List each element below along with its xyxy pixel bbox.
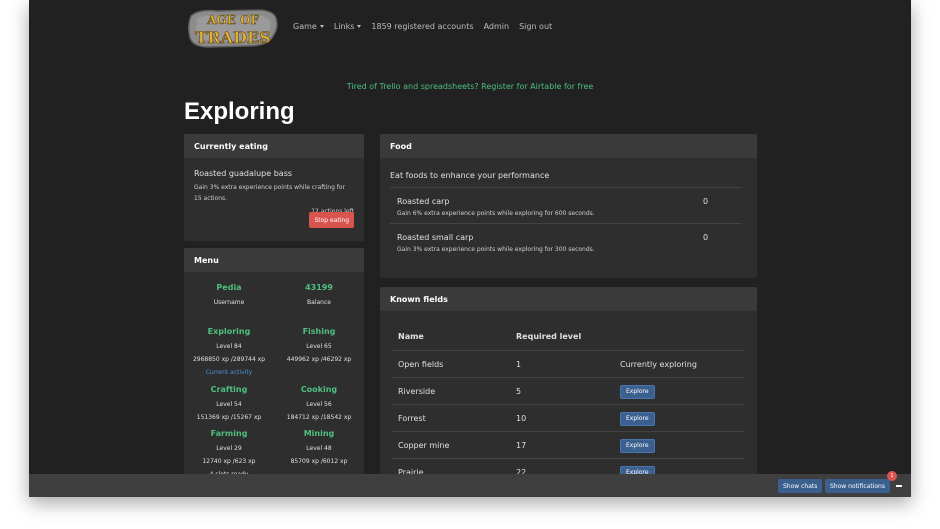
skill-level: Level 29 (216, 445, 242, 452)
skill-title: Cooking (300, 385, 338, 394)
food-item-quantity: 0 (703, 233, 709, 242)
current-food-name: Roasted guadalupe bass (194, 169, 293, 178)
field-name: Copper mine (398, 441, 450, 450)
menu-item-crafting[interactable]: Crafting Level 54 151369 xp /15267 xp (184, 385, 274, 424)
field-level: 10 (516, 414, 527, 423)
food-intro: Eat foods to enhance your performance (390, 171, 550, 180)
username-value: Pedia (216, 283, 242, 292)
nav-game-dropdown[interactable]: Game (293, 22, 324, 31)
skill-title: Farming (210, 429, 248, 438)
food-item[interactable]: Roasted small carp Gain 3% extra experie… (390, 223, 741, 262)
logo-line1: AGE OF (206, 13, 259, 27)
skill-title: Exploring (207, 327, 251, 336)
skill-xp: 2968850 xp /289744 xp (192, 356, 266, 363)
notification-count-badge: 1 (887, 471, 897, 481)
stop-eating-button[interactable]: Stop eating (309, 212, 354, 228)
skill-xp: 151369 xp /15267 xp (196, 414, 262, 421)
menu-item-cooking[interactable]: Cooking Level 56 184712 xp /18542 xp (274, 385, 364, 424)
skill-xp: 184712 xp /18542 xp (286, 414, 352, 421)
field-status: Currently exploring (620, 360, 697, 369)
nav-registered-accounts[interactable]: 1859 registered accounts (371, 22, 473, 31)
food-card: Food Eat foods to enhance your performan… (380, 134, 757, 278)
balance-value: 43199 (305, 283, 333, 292)
column-header-name: Name (398, 332, 424, 341)
promo-link[interactable]: Tired of Trello and spreadsheets? Regist… (29, 82, 911, 91)
table-header-row: Name Required level (392, 323, 745, 350)
current-food-desc: Gain 3% extra experience points while cr… (194, 184, 346, 202)
food-item-name: Roasted small carp (397, 233, 474, 242)
bottom-bar: Show chats Show notifications (29, 474, 911, 497)
explore-button[interactable]: Explore (620, 438, 655, 453)
minimize-icon[interactable] (896, 485, 902, 487)
nav-links-label: Links (333, 22, 355, 31)
page-title: Exploring (184, 98, 295, 125)
skill-level: Level 65 (306, 343, 332, 350)
skill-level: Level 84 (216, 343, 242, 350)
menu-item-fishing[interactable]: Fishing Level 65 449962 xp /46292 xp (274, 327, 364, 366)
skill-xp: 449962 xp /46292 xp (286, 356, 352, 363)
field-level: 17 (516, 441, 527, 450)
explore-button[interactable]: Explore (620, 384, 655, 399)
food-item-desc: Gain 6% extra experience points while ex… (397, 210, 595, 217)
table-row: Forrest 10 Explore (392, 404, 745, 431)
skill-details: Level 48 85709 xp /6012 xp (274, 442, 364, 468)
app-window: AGE OF TRADES Game Links 1859 registered… (29, 0, 911, 497)
table-row: Open fields 1 Currently exploring (392, 350, 745, 377)
field-level: 5 (516, 387, 522, 396)
column-header-level: Required level (516, 332, 582, 341)
field-level: 1 (516, 360, 522, 369)
username-label: Username (213, 299, 245, 306)
skill-title: Fishing (302, 327, 336, 336)
show-chats-button[interactable]: Show chats (778, 479, 823, 493)
menu-item-exploring[interactable]: Exploring Level 84 2968850 xp /289744 xp… (184, 327, 274, 379)
menu-card: Menu Pedia Username 43199 Balance Explor… (184, 248, 364, 488)
explore-button[interactable]: Explore (620, 411, 655, 426)
menu-item-balance[interactable]: 43199 Balance (274, 283, 364, 309)
currently-eating-header: Currently eating (184, 134, 364, 158)
top-nav: Game Links 1859 registered accounts Admi… (293, 22, 552, 31)
menu-item-username[interactable]: Pedia Username (184, 283, 274, 309)
known-fields-card: Known fields Name Required level Open fi… (380, 287, 757, 497)
skill-title: Crafting (210, 385, 248, 394)
balance-label: Balance (307, 299, 331, 306)
skill-xp: 12740 xp /623 xp (202, 458, 256, 465)
field-name: Open fields (398, 360, 444, 369)
food-item[interactable]: Roasted carp Gain 6% extra experience po… (390, 187, 741, 226)
menu-header: Menu (184, 248, 364, 272)
known-fields-header: Known fields (380, 287, 757, 311)
food-item-desc: Gain 3% extra experience points while ex… (397, 246, 595, 253)
show-notifications-button[interactable]: Show notifications (825, 479, 890, 493)
logo-line2: TRADES (195, 28, 270, 47)
current-activity-link[interactable]: Current activity (184, 366, 274, 379)
food-item-name: Roasted carp (397, 197, 450, 206)
table-row: Riverside 5 Explore (392, 377, 745, 404)
skill-title: Mining (303, 429, 335, 438)
food-item-quantity: 0 (703, 197, 709, 206)
caret-down-icon (319, 25, 324, 28)
skill-level: Level 54 (216, 401, 242, 408)
nav-admin[interactable]: Admin (484, 22, 510, 31)
currently-eating-card: Currently eating Roasted guadalupe bass … (184, 134, 364, 241)
food-header: Food (380, 134, 757, 158)
field-name: Riverside (398, 387, 436, 396)
field-name: Forrest (398, 414, 426, 423)
skill-details: Level 54 151369 xp /15267 xp (184, 398, 274, 424)
nav-links-dropdown[interactable]: Links (334, 22, 362, 31)
fields-table: Name Required level Open fields 1 Curren… (392, 323, 745, 485)
skill-level: Level 56 (306, 401, 332, 408)
nav-sign-out[interactable]: Sign out (519, 22, 552, 31)
skill-details: Level 84 2968850 xp /289744 xp Current a… (184, 340, 274, 379)
skill-details: Level 65 449962 xp /46292 xp (274, 340, 364, 366)
skill-details: Level 56 184712 xp /18542 xp (274, 398, 364, 424)
table-row: Copper mine 17 Explore (392, 431, 745, 458)
skill-level: Level 48 (306, 445, 332, 452)
nav-game-label: Game (293, 22, 317, 31)
age-of-trades-logo[interactable]: AGE OF TRADES (187, 6, 279, 50)
skill-xp: 85709 xp /6012 xp (290, 458, 348, 465)
caret-down-icon (357, 25, 362, 28)
menu-item-mining[interactable]: Mining Level 48 85709 xp /6012 xp (274, 429, 364, 468)
